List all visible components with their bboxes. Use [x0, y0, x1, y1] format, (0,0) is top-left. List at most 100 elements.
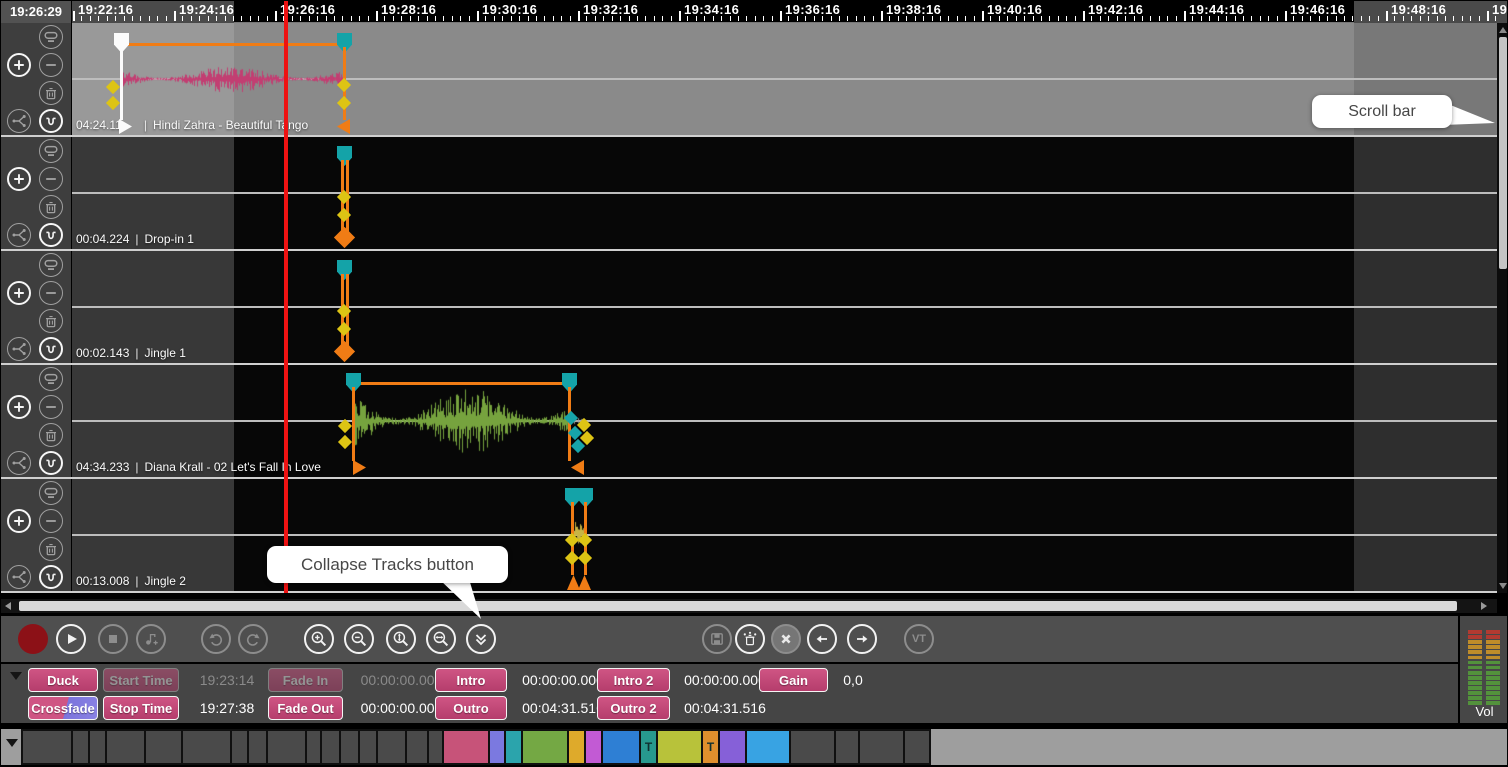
ruler-tick-label-partial: 19 — [1492, 2, 1507, 17]
playlist-block[interactable] — [601, 729, 641, 765]
ruler-tick — [460, 16, 461, 21]
playlist-block[interactable] — [266, 729, 307, 765]
playlist-block[interactable] — [339, 729, 360, 765]
envelope-button[interactable] — [39, 337, 63, 361]
envelope-button[interactable] — [39, 109, 63, 133]
collapse-strip-icon[interactable] — [6, 739, 18, 747]
split-button[interactable] — [7, 337, 31, 361]
playlist-block[interactable] — [405, 729, 429, 765]
start-time-button[interactable]: Start Time — [103, 668, 179, 692]
envelope-button[interactable] — [39, 223, 63, 247]
playlist-block[interactable] — [376, 729, 407, 765]
horizontal-scrollbar-thumb[interactable] — [19, 601, 1457, 611]
playlist-block[interactable] — [105, 729, 146, 765]
collapse-panel-icon[interactable] — [10, 672, 22, 680]
playlist-block[interactable] — [903, 729, 931, 765]
vertical-scrollbar[interactable] — [1497, 23, 1508, 593]
playlist-block[interactable] — [21, 729, 73, 765]
add-audio-button[interactable] — [136, 624, 166, 654]
collapse-track-button[interactable] — [39, 481, 63, 505]
stop-time-button[interactable]: Stop Time — [103, 696, 179, 720]
split-button[interactable] — [7, 109, 31, 133]
scroll-right-icon[interactable] — [1481, 602, 1487, 610]
outro-2-button[interactable]: Outro 2 — [597, 696, 670, 720]
zoom-vertical-button[interactable] — [386, 624, 416, 654]
playlist-block[interactable] — [442, 729, 490, 765]
trash-button[interactable] — [39, 423, 63, 447]
remove-icon — [42, 398, 60, 416]
zoom-horizontal-button[interactable] — [426, 624, 456, 654]
playlist-block[interactable] — [320, 729, 341, 765]
playlist-block[interactable] — [858, 729, 905, 765]
fade-out-button[interactable]: Fade Out — [268, 696, 343, 720]
callout-collapse-tracks: Collapse Tracks button — [267, 546, 508, 583]
playhead-line — [284, 1, 288, 593]
playlist-block[interactable] — [144, 729, 183, 765]
remove-button[interactable] — [39, 281, 63, 305]
remove-button[interactable] — [39, 167, 63, 191]
previous-button[interactable] — [807, 624, 837, 654]
envelope-button[interactable] — [39, 565, 63, 589]
fade-in-button[interactable]: Fade In — [268, 668, 343, 692]
meter-segment — [1486, 635, 1500, 639]
collapse-track-button[interactable] — [39, 367, 63, 391]
split-button[interactable] — [7, 223, 31, 247]
playlist-block[interactable] — [247, 729, 268, 765]
playlist-block[interactable] — [745, 729, 791, 765]
collapse-tracks-button[interactable] — [466, 624, 496, 654]
next-button[interactable] — [847, 624, 877, 654]
save-button[interactable] — [702, 624, 732, 654]
gain-button[interactable]: Gain — [759, 668, 828, 692]
horizontal-scrollbar[interactable] — [1, 599, 1497, 613]
playlist-block[interactable] — [834, 729, 860, 765]
playlist-block[interactable] — [718, 729, 747, 765]
duck-button[interactable]: Duck — [28, 668, 98, 692]
collapse-track-button[interactable] — [39, 139, 63, 163]
add-button[interactable] — [7, 281, 31, 305]
playlist-block[interactable] — [656, 729, 703, 765]
scroll-down-icon[interactable] — [1499, 583, 1507, 589]
cancel-button[interactable] — [771, 624, 801, 654]
add-button[interactable] — [7, 395, 31, 419]
remove-button[interactable] — [39, 509, 63, 533]
zoom-in-button[interactable] — [304, 624, 334, 654]
playlist-block[interactable] — [358, 729, 378, 765]
add-button[interactable] — [7, 167, 31, 191]
trash-button[interactable] — [39, 309, 63, 333]
ruler-tick — [1260, 16, 1261, 21]
playlist-block[interactable] — [521, 729, 569, 765]
playlist-block[interactable] — [789, 729, 836, 765]
remove-button[interactable] — [39, 395, 63, 419]
remove-button[interactable] — [39, 53, 63, 77]
scroll-left-icon[interactable] — [5, 602, 11, 610]
record-button[interactable] — [18, 624, 48, 654]
split-button[interactable] — [7, 451, 31, 475]
collapse-track-button[interactable] — [39, 25, 63, 49]
add-button[interactable] — [7, 509, 31, 533]
vertical-scrollbar-thumb[interactable] — [1499, 37, 1507, 269]
playlist-block[interactable] — [181, 729, 232, 765]
zoom-out-button[interactable] — [344, 624, 374, 654]
crossfade-button[interactable]: Crossfade — [28, 696, 98, 720]
trash-button[interactable] — [39, 537, 63, 561]
scroll-up-icon[interactable] — [1499, 27, 1507, 33]
envelope-button[interactable] — [39, 451, 63, 475]
play-button[interactable] — [56, 624, 86, 654]
voice-track-button[interactable]: VT — [904, 624, 934, 654]
redo-button[interactable] — [238, 624, 268, 654]
add-button[interactable] — [7, 53, 31, 77]
volume-meter: Vol — [1460, 616, 1508, 723]
outro-button[interactable]: Outro — [435, 696, 507, 720]
trash-button[interactable] — [39, 81, 63, 105]
stop-button[interactable] — [98, 624, 128, 654]
trash-button[interactable] — [39, 195, 63, 219]
intro-2-button[interactable]: Intro 2 — [597, 668, 670, 692]
collapse-track-button[interactable] — [39, 253, 63, 277]
ruler-tick — [755, 16, 756, 21]
remove-icon — [42, 56, 60, 74]
undo-button[interactable] — [201, 624, 231, 654]
delete-markers-button[interactable] — [735, 624, 765, 654]
timeline-ruler[interactable]: 19:22:1619:24:1619:26:1619:28:1619:30:16… — [1, 1, 1508, 23]
split-button[interactable] — [7, 565, 31, 589]
intro-button[interactable]: Intro — [435, 668, 507, 692]
